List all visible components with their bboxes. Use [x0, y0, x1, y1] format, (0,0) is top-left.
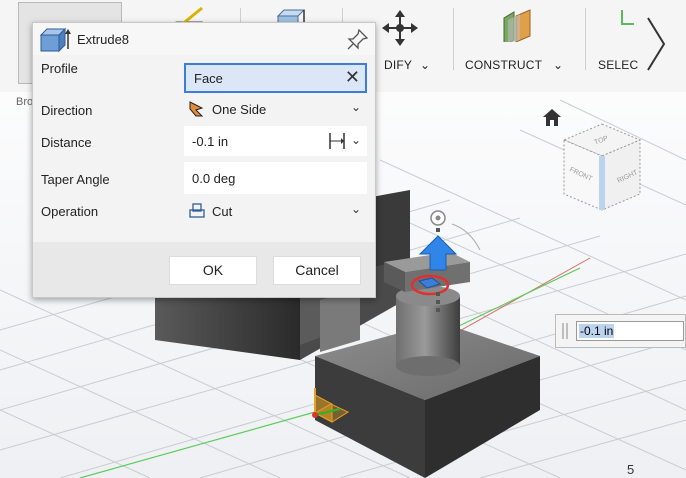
- browser-label-fragment[interactable]: Bro: [16, 96, 33, 108]
- profile-selection-field[interactable]: Face ✕: [184, 63, 367, 93]
- grip-icon[interactable]: [561, 321, 571, 341]
- profile-label: Profile: [41, 61, 78, 76]
- distance-value: -0.1 in: [192, 134, 229, 149]
- operation-label: Operation: [41, 204, 99, 219]
- operation-value: Cut: [212, 204, 233, 219]
- clear-selection-icon[interactable]: ✕: [345, 67, 360, 88]
- taper-angle-label: Taper Angle: [41, 172, 110, 187]
- ok-button[interactable]: OK: [169, 256, 257, 285]
- toolbar-scroll-right-icon[interactable]: [642, 14, 672, 74]
- page-number: 5: [627, 462, 635, 477]
- taper-angle-value: 0.0 deg: [192, 171, 236, 186]
- operation-chevron-icon[interactable]: ⌄: [351, 202, 361, 216]
- one-side-direction-icon: [189, 101, 204, 117]
- cancel-button[interactable]: Cancel: [273, 256, 361, 285]
- direction-dropdown[interactable]: One Side ⌄: [184, 96, 367, 122]
- operation-dropdown[interactable]: Cut ⌄: [184, 198, 367, 224]
- direction-chevron-icon[interactable]: ⌄: [351, 100, 361, 114]
- direction-label: Direction: [41, 103, 93, 118]
- extrude-dialog[interactable]: Extrude8 Profile Face ✕ Direction One Si…: [32, 22, 376, 298]
- move-icon: [382, 10, 418, 46]
- construct-plane-icon: [503, 9, 531, 42]
- cut-operation-icon: [189, 203, 205, 218]
- direction-value: One Side: [212, 102, 267, 117]
- pin-icon[interactable]: [346, 27, 370, 51]
- toolbar-separator: [585, 8, 586, 70]
- extrude-icon: [39, 27, 71, 53]
- dialog-footer: OK Cancel: [33, 242, 375, 297]
- dialog-header[interactable]: Extrude8: [33, 23, 375, 55]
- select-panel[interactable]: SELEC: [590, 2, 642, 84]
- modify-label[interactable]: DIFY: [384, 58, 412, 72]
- profile-value: Face: [194, 71, 223, 86]
- heads-up-distance-box: -0.1 in: [555, 314, 686, 348]
- modify-chevron-icon[interactable]: ⌄: [420, 58, 430, 72]
- construct-label[interactable]: CONSTRUCT: [465, 58, 542, 72]
- distance-input[interactable]: -0.1 in ⌄: [184, 126, 367, 156]
- heads-up-distance-input[interactable]: -0.1 in: [576, 321, 684, 341]
- taper-angle-input[interactable]: 0.0 deg: [184, 162, 367, 194]
- heads-up-distance-value: -0.1 in: [579, 324, 615, 338]
- distance-label: Distance: [41, 135, 92, 150]
- viewcube[interactable]: TOP FRONT RIGHT: [552, 118, 652, 218]
- select-label[interactable]: SELEC: [598, 58, 638, 72]
- distance-chevron-icon[interactable]: ⌄: [351, 133, 361, 147]
- select-window-icon: [621, 10, 634, 25]
- dialog-title: Extrude8: [77, 32, 130, 47]
- measure-icon[interactable]: [327, 131, 347, 151]
- construct-chevron-icon[interactable]: ⌄: [553, 58, 563, 72]
- construct-panel[interactable]: CONSTRUCT ⌄: [454, 2, 584, 84]
